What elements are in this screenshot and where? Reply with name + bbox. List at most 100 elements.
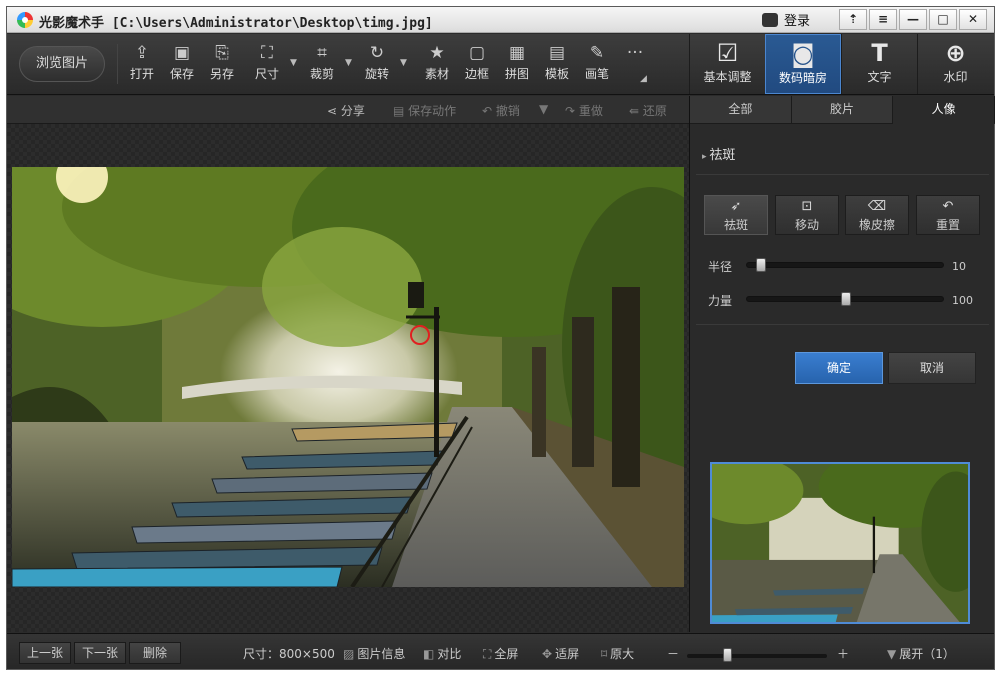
tab-portrait[interactable]: 人像	[893, 96, 996, 124]
minimize-button[interactable]: —	[899, 9, 927, 30]
open-button[interactable]: ⇪ 打开	[122, 40, 162, 90]
mode-watermark[interactable]: ⊕ 水印	[917, 34, 993, 94]
frame-icon: ▢	[468, 43, 486, 63]
next-image-button[interactable]: 下一张	[74, 642, 126, 664]
crop-dropdown-icon[interactable]: ▼	[345, 58, 355, 68]
resize-icon: ⛶	[261, 43, 273, 63]
text-icon: T	[871, 39, 888, 67]
browse-images-button[interactable]: 浏览图片	[19, 46, 105, 82]
rotate-dropdown-icon[interactable]: ▼	[400, 58, 410, 68]
resize-button[interactable]: ⛶ 尺寸	[247, 40, 287, 90]
delete-button[interactable]: 删除	[129, 642, 181, 664]
maximize-icon: □	[937, 12, 949, 26]
maximize-button[interactable]: □	[929, 9, 957, 30]
zoom-in-button[interactable]: ＋	[837, 645, 849, 662]
expand-button[interactable]: ▼ 展开（1）	[887, 645, 955, 662]
zoom-slider-handle[interactable]	[723, 648, 732, 662]
radius-value: 10	[952, 260, 966, 273]
spot-cursor-icon: ➶	[730, 199, 742, 214]
right-panel: 全部 胶片 人像 ▸ 祛斑 ➶ 祛斑 ⊡ 移动 ⌫ 橡皮擦 ↶ 重置 半径 10 力量 …	[689, 96, 996, 632]
zoom-out-button[interactable]: －	[667, 645, 679, 662]
move-tool-button[interactable]: ⊡ 移动	[775, 195, 839, 235]
expand-arrow-icon: ▼	[887, 647, 897, 661]
spot-tool-button[interactable]: ➶ 祛斑	[704, 195, 768, 235]
tab-film[interactable]: 胶片	[791, 96, 894, 124]
reset-icon: ↶	[942, 199, 954, 214]
navigator-preview[interactable]	[710, 462, 970, 624]
redo-button[interactable]: ↷ 重做	[565, 102, 603, 119]
image-size: 尺寸：800×500	[243, 647, 335, 661]
title-bar: 光影魔术手 [C:\Users\Administrator\Desktop\ti…	[7, 7, 994, 33]
brush-button[interactable]: ✎ 画笔	[577, 40, 617, 90]
reset-button[interactable]: ↶ 重置	[916, 195, 980, 235]
eraser-tool-button[interactable]: ⌫ 橡皮擦	[845, 195, 909, 235]
open-icon: ⇪	[134, 43, 150, 63]
rotate-button[interactable]: ↻ 旋转	[357, 40, 397, 90]
toolbar-divider	[117, 44, 118, 84]
photo[interactable]	[12, 167, 684, 587]
strength-slider-handle[interactable]	[841, 292, 851, 306]
section-header[interactable]: ▸ 祛斑	[702, 144, 735, 163]
save-as-icon: ⎘	[215, 43, 229, 63]
window-title: 光影魔术手 [C:\Users\Administrator\Desktop\ti…	[39, 16, 433, 31]
save-as-button[interactable]: ⎘ 另存	[202, 40, 242, 90]
expand-corner-icon[interactable]: ◢	[640, 74, 650, 84]
tab-all[interactable]: 全部	[690, 96, 792, 124]
save-button[interactable]: ▣ 保存	[162, 40, 202, 90]
cancel-button[interactable]: 取消	[888, 352, 976, 384]
menu-icon: ≡	[877, 12, 889, 26]
crop-button[interactable]: ⌗ 裁剪	[302, 40, 342, 90]
close-button[interactable]: ✕	[959, 9, 987, 30]
collage-icon: ▦	[508, 43, 526, 63]
material-icon: ★	[429, 43, 445, 63]
darkroom-icon: ◙	[791, 40, 815, 68]
login-button[interactable]: 登录	[762, 9, 834, 30]
confirm-button[interactable]: 确定	[795, 352, 883, 384]
undo-icon: ↶	[482, 104, 496, 118]
strength-slider[interactable]	[746, 292, 944, 306]
material-button[interactable]: ★ 素材	[417, 40, 457, 90]
more-icon: ···	[626, 43, 644, 63]
previous-image-button[interactable]: 上一张	[19, 642, 71, 664]
save-action-icon: ▤	[393, 104, 409, 118]
filter-tabs: 全部 胶片 人像	[690, 96, 996, 124]
share-icon: ⋖	[327, 104, 341, 118]
undo-button[interactable]: ↶ 撤销	[482, 102, 520, 119]
close-icon: ✕	[967, 12, 979, 26]
minimize-icon: —	[907, 12, 919, 26]
app-logo-icon	[17, 12, 33, 28]
template-icon: ▤	[548, 43, 566, 63]
radius-label: 半径	[708, 260, 733, 274]
login-label: 登录	[784, 14, 811, 29]
menu-button[interactable]: ≡	[869, 9, 897, 30]
app-window: 光影魔术手 [C:\Users\Administrator\Desktop\ti…	[6, 6, 996, 670]
mode-digital-darkroom[interactable]: ◙ 数码暗房	[765, 34, 841, 94]
frame-button[interactable]: ▢ 边框	[457, 40, 497, 90]
fit-screen-button[interactable]: ✥ 适屏	[542, 645, 579, 662]
save-action-button[interactable]: ▤ 保存动作	[393, 102, 456, 119]
fit-screen-icon: ✥	[542, 647, 553, 661]
compare-button[interactable]: ◧ 对比	[423, 645, 461, 662]
skin-button[interactable]: ⇡	[839, 9, 867, 30]
resize-dropdown-icon[interactable]: ▼	[290, 58, 300, 68]
fullscreen-button[interactable]: ⛶ 全屏	[483, 645, 518, 662]
mode-basic-adjust[interactable]: ☑ 基本调整	[689, 34, 765, 94]
radius-slider-handle[interactable]	[756, 258, 767, 272]
original-size-icon: ⌑	[601, 647, 608, 661]
restore-button[interactable]: ⇚ 还原	[629, 102, 667, 119]
shirt-icon: ⇡	[847, 12, 859, 26]
zoom-slider[interactable]	[687, 648, 827, 662]
template-button[interactable]: ▤ 模板	[537, 40, 577, 90]
image-info-button[interactable]: ▨ 图片信息	[343, 645, 405, 662]
radius-slider[interactable]	[746, 258, 944, 272]
image-canvas[interactable]	[7, 124, 689, 632]
collage-button[interactable]: ▦ 拼图	[497, 40, 537, 90]
undo-dropdown-icon[interactable]: ▼	[539, 102, 548, 116]
share-button[interactable]: ⋖ 分享	[327, 102, 365, 119]
fullscreen-icon: ⛶	[483, 647, 492, 661]
photo-image	[12, 167, 684, 587]
divider	[696, 324, 989, 325]
original-size-button[interactable]: ⌑ 原大	[601, 645, 634, 662]
strength-label: 力量	[708, 294, 733, 308]
mode-text[interactable]: T 文字	[841, 34, 917, 94]
